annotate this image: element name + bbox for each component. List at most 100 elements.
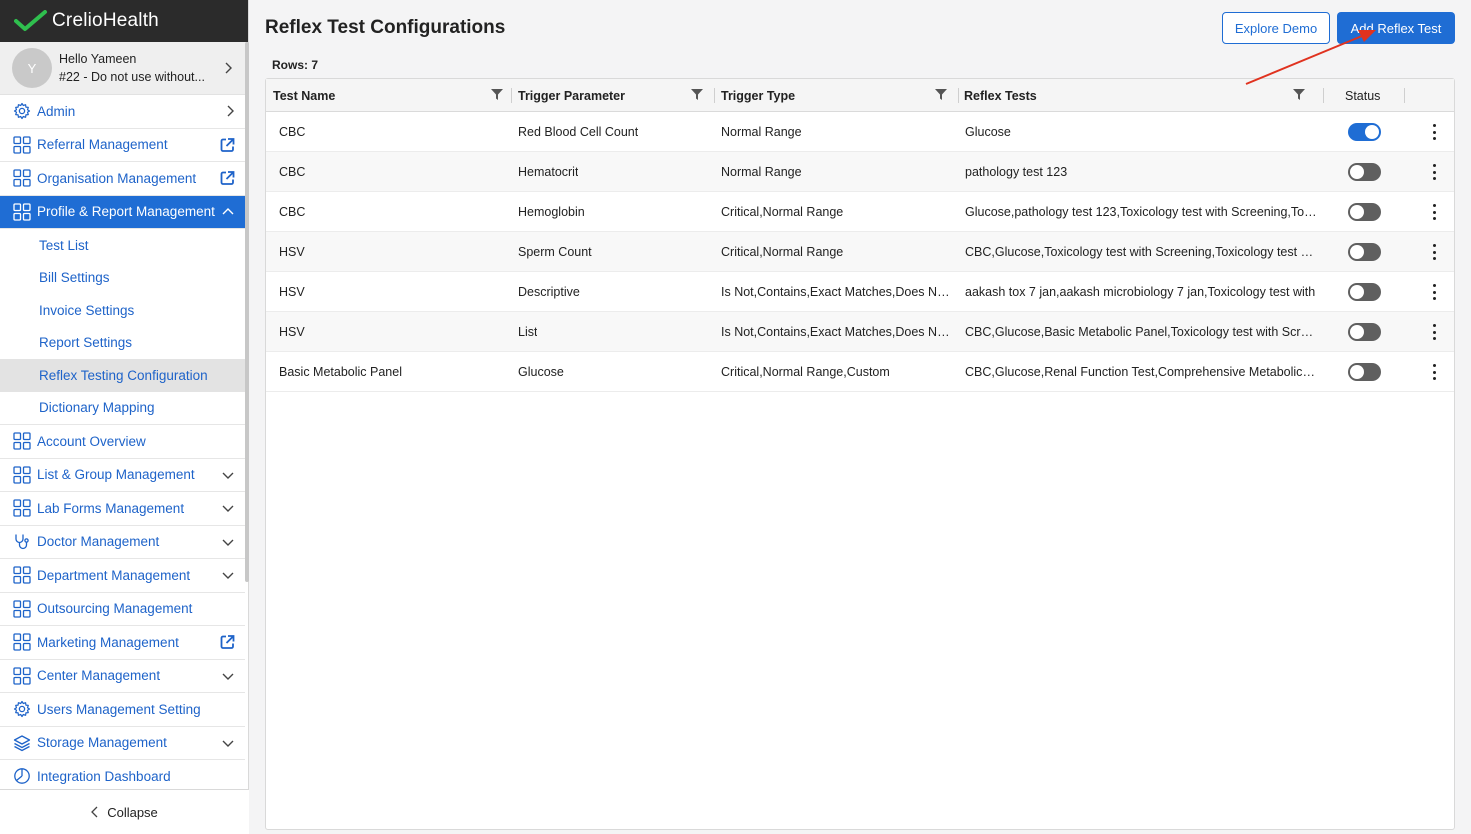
chevron-left-icon [91, 806, 98, 818]
submenu-item-bill-settings[interactable]: Bill Settings [0, 262, 245, 295]
table-row[interactable]: Basic Metabolic Panel Glucose Critical,Nor… [266, 352, 1454, 392]
stethoscope-icon [12, 532, 31, 551]
table-row[interactable]: CBC Hemoglobin Critical,Normal Range Glucos… [266, 192, 1454, 232]
external-link-icon[interactable] [220, 137, 235, 152]
cell-test-name-text: CBC [279, 205, 306, 219]
table-row[interactable]: HSV Descriptive Is Not,Contains,Exact Matc… [266, 272, 1454, 312]
cell-reflex-tests-text: aakash tox 7 jan,aakash microbiology 7 j… [965, 285, 1316, 299]
external-link-icon[interactable] [220, 635, 235, 650]
explore-demo-button[interactable]: Explore Demo [1222, 12, 1330, 44]
cell-trigger-type: Is Not,Contains,Exact Matches,Does Not C… [721, 272, 951, 312]
table-row[interactable]: CBC Hematocrit Normal Range pathology test … [266, 152, 1454, 192]
sidebar-item-label: Account Overview [37, 433, 146, 449]
filter-icon[interactable] [1293, 89, 1305, 100]
chevron-down-icon [221, 671, 235, 681]
avatar: Y [12, 48, 52, 88]
table-row[interactable]: HSV Sperm Count Critical,Normal Range CBC,G… [266, 232, 1454, 272]
status-toggle[interactable] [1348, 323, 1381, 341]
column-label: Trigger Type [721, 88, 796, 103]
sidebar-item-profile-report-management[interactable]: Profile & Report Management [0, 195, 245, 229]
submenu-item-reflex-testing-configuration[interactable]: Reflex Testing Configuration [0, 359, 245, 392]
submenu-item-test-list[interactable]: Test List [0, 229, 245, 262]
filter-icon[interactable] [935, 89, 947, 100]
cell-trigger-parameter: Sperm Count [518, 232, 708, 272]
filter-icon[interactable] [691, 89, 703, 100]
chevron-down-icon [221, 570, 235, 580]
submenu-item-invoice-settings[interactable]: Invoice Settings [0, 294, 245, 327]
status-toggle[interactable] [1348, 283, 1381, 301]
sidebar-item-doctor-management[interactable]: Doctor Management [0, 526, 245, 559]
status-toggle[interactable] [1348, 163, 1381, 181]
grid-icon [12, 499, 31, 518]
column-divider[interactable] [511, 88, 512, 103]
sidebar-item-label: Users Management Setting [37, 701, 201, 717]
cell-trigger-parameter-text: List [518, 325, 538, 339]
column-divider[interactable] [1323, 88, 1324, 103]
cell-reflex-tests-text: CBC,Glucose,Toxicology test with Screeni… [965, 245, 1317, 259]
cell-reflex-tests-text: pathology test 123 [965, 165, 1068, 179]
add-reflex-test-button[interactable]: Add Reflex Test [1337, 12, 1455, 44]
cell-test-name-text: HSV [279, 245, 305, 259]
column-divider[interactable] [714, 88, 715, 103]
cell-reflex-tests-text: Glucose,pathology test 123,Toxicology te… [965, 205, 1317, 219]
collapse-button[interactable]: Collapse [0, 789, 249, 834]
submenu-item-dictionary-mapping[interactable]: Dictionary Mapping [0, 392, 245, 425]
grid-icon [12, 599, 31, 618]
filter-icon[interactable] [491, 89, 503, 100]
status-toggle[interactable] [1348, 203, 1381, 221]
grid-icon [12, 432, 31, 451]
sidebar-item-referral-management[interactable]: Referral Management [0, 129, 245, 162]
column-header-trigger-parameter[interactable]: Trigger Parameter [518, 79, 713, 112]
more-options-icon[interactable] [1429, 324, 1439, 340]
cell-trigger-type: Critical,Normal Range [721, 192, 951, 232]
brand-header[interactable]: CrelioHealth [0, 0, 248, 42]
sidebar-scrollbar[interactable] [245, 42, 249, 582]
table-row[interactable]: HSV List Is Not,Contains,Exact Matches,Doe… [266, 312, 1454, 352]
column-label: Reflex Tests [964, 88, 1037, 103]
more-options-icon[interactable] [1429, 204, 1439, 220]
column-divider[interactable] [958, 88, 959, 103]
sidebar-item-users-management-setting[interactable]: Users Management Setting [0, 693, 245, 727]
cell-test-name: CBC [279, 112, 504, 152]
toggle-knob [1350, 285, 1364, 299]
sidebar-item-integration-dashboard[interactable]: Integration Dashboard [0, 760, 245, 789]
table-header: Test Name Trigger Parameter Trigger Type… [266, 79, 1454, 112]
sidebar-item-lab-forms-management[interactable]: Lab Forms Management [0, 492, 245, 526]
collapse-label: Collapse [107, 804, 158, 820]
sidebar-item-account-overview[interactable]: Account Overview [0, 425, 245, 459]
sidebar-item-label: List & Group Management [37, 467, 195, 483]
column-label: Test Name [273, 88, 336, 103]
sidebar-item-list-group-management[interactable]: List & Group Management [0, 459, 245, 492]
more-options-icon[interactable] [1429, 244, 1439, 260]
column-header-status: Status [1345, 79, 1405, 112]
column-header-reflex-tests[interactable]: Reflex Tests [964, 79, 1315, 112]
more-options-icon[interactable] [1429, 164, 1439, 180]
cell-reflex-tests: Glucose [965, 112, 1317, 152]
status-toggle[interactable] [1348, 243, 1381, 261]
sidebar-item-department-management[interactable]: Department Management [0, 559, 245, 593]
sidebar-item-center-management[interactable]: Center Management [0, 660, 245, 693]
sidebar-item-outsourcing-management[interactable]: Outsourcing Management [0, 593, 245, 626]
external-link-icon[interactable] [220, 171, 235, 186]
cell-trigger-type-text: Critical,Normal Range [721, 245, 844, 259]
submenu-item-report-settings[interactable]: Report Settings [0, 327, 245, 360]
cell-trigger-type-text: Critical,Normal Range,Custom [721, 365, 890, 379]
sidebar-item-storage-management[interactable]: Storage Management [0, 727, 245, 760]
more-options-icon[interactable] [1429, 284, 1439, 300]
table-row[interactable]: CBC Red Blood Cell Count Normal Range Gluco… [266, 112, 1454, 152]
cell-reflex-tests-text: CBC,Glucose,Basic Metabolic Panel,Toxico… [965, 325, 1317, 339]
more-options-icon[interactable] [1429, 364, 1439, 380]
more-options-icon[interactable] [1429, 124, 1439, 140]
sidebar-item-organisation-management[interactable]: Organisation Management [0, 162, 245, 196]
status-toggle[interactable] [1348, 123, 1381, 141]
column-divider[interactable] [1404, 88, 1405, 103]
toggle-knob [1350, 325, 1364, 339]
status-toggle[interactable] [1348, 363, 1381, 381]
column-header-test-name[interactable]: Test Name [273, 79, 513, 112]
sidebar-item-marketing-management[interactable]: Marketing Management [0, 626, 245, 660]
sidebar-item-admin[interactable]: Admin [0, 95, 245, 129]
sidebar-item-label: Admin [37, 103, 76, 119]
toggle-knob [1365, 125, 1379, 139]
user-panel[interactable]: Y Hello Yameen #22 - Do not use without.… [0, 42, 248, 95]
column-header-trigger-type[interactable]: Trigger Type [721, 79, 957, 112]
